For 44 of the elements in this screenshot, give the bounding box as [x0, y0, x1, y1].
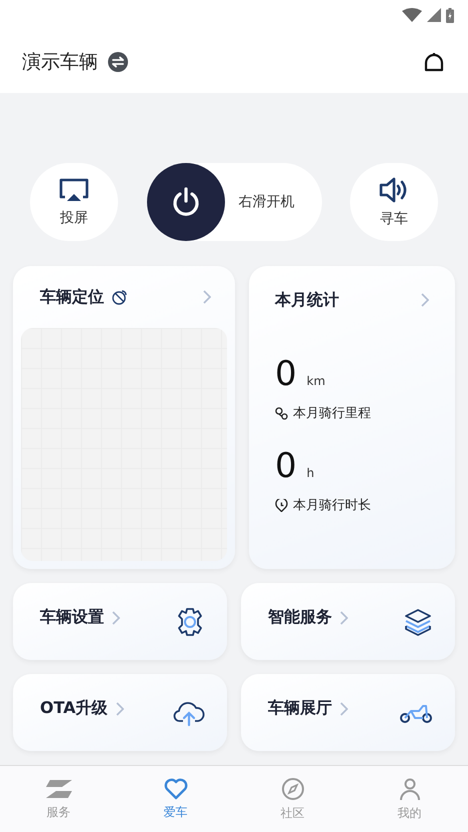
cast-button[interactable]: 投屏 — [30, 163, 118, 241]
gear-icon — [175, 606, 205, 636]
screen-cast-icon — [58, 177, 90, 203]
clock-pin-icon — [275, 498, 288, 512]
power-slider[interactable]: 右滑开机 — [146, 163, 322, 241]
heart-icon — [164, 778, 188, 800]
tile-title: OTA升级 — [40, 698, 108, 719]
chevron-icon — [340, 702, 348, 716]
stat-value: 0 — [275, 446, 297, 486]
chevron-icon — [421, 293, 429, 307]
tile-title: 智能服务 — [268, 607, 332, 628]
stat-value: 0 — [275, 354, 297, 394]
feature-tile[interactable]: 车辆展厅 — [241, 674, 455, 751]
chevron-icon — [340, 610, 348, 624]
signal-icon — [427, 8, 441, 22]
card-title: 车辆定位 — [40, 286, 104, 308]
card-title: 本月统计 — [275, 290, 339, 310]
wifi-icon — [402, 8, 422, 22]
logo-icon — [44, 778, 74, 800]
person-icon — [398, 776, 422, 800]
slider-label: 右滑开机 — [238, 193, 294, 211]
stat-label: 本月骑行里程 — [293, 405, 371, 422]
battery-icon — [446, 8, 454, 22]
stat-unit: km — [306, 374, 326, 388]
find-car-button[interactable]: 寻车 — [350, 163, 438, 241]
tile-title: 车辆设置 — [40, 607, 104, 628]
chevron-icon — [203, 290, 211, 304]
nav-tab[interactable]: 爱车 — [117, 766, 234, 832]
switch-icon[interactable] — [108, 52, 128, 72]
layers-icon — [403, 606, 433, 636]
chevron-icon — [116, 702, 124, 716]
stat-label: 本月骑行时长 — [293, 497, 371, 514]
feature-tile[interactable]: 智能服务 — [241, 583, 455, 660]
vehicle-name[interactable]: 演示车辆 — [22, 48, 98, 74]
compass-icon — [280, 776, 304, 800]
stat-unit: h — [306, 466, 314, 480]
bell-icon[interactable] — [424, 52, 444, 72]
feature-tile[interactable]: 车辆设置 — [13, 583, 227, 660]
route-icon — [275, 406, 288, 420]
stats-card[interactable]: 本月统计 0 km 本月骑行里程 0 h 本月骑行时长 — [249, 266, 455, 569]
location-card[interactable]: 车辆定位 — [13, 266, 235, 569]
feature-tile[interactable]: OTA升级 — [13, 674, 227, 751]
tile-title: 车辆展厅 — [268, 698, 332, 719]
chevron-icon — [112, 610, 120, 624]
